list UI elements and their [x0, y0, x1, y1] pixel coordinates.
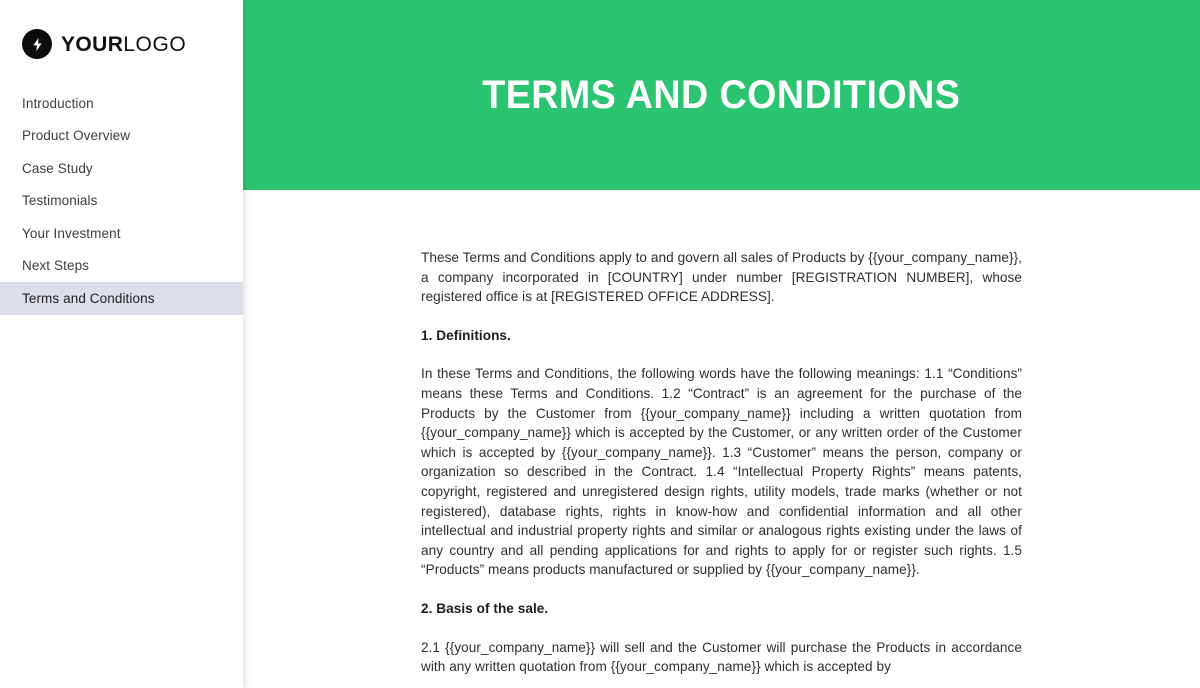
logo-text-bold: YOUR: [61, 32, 124, 56]
sidebar-item-terms-and-conditions[interactable]: Terms and Conditions: [0, 282, 243, 315]
section-1-heading: 1. Definitions.: [421, 327, 511, 343]
intro-paragraph: These Terms and Conditions apply to and …: [421, 250, 1022, 305]
hero-banner: TERMS AND CONDITIONS: [243, 0, 1200, 190]
sidebar-item-testimonials[interactable]: Testimonials: [0, 185, 243, 218]
sidebar-item-label: Introduction: [22, 95, 94, 111]
sidebar: YOURLOGO Introduction Product Overview C…: [0, 0, 243, 688]
logo[interactable]: YOURLOGO: [22, 27, 243, 61]
sidebar-item-label: Testimonials: [22, 193, 98, 209]
document-body: These Terms and Conditions apply to and …: [421, 190, 1022, 677]
sidebar-item-next-steps[interactable]: Next Steps: [0, 250, 243, 283]
sidebar-item-introduction[interactable]: Introduction: [0, 87, 243, 120]
sidebar-item-label: Product Overview: [22, 128, 131, 144]
logo-text-light: LOGO: [123, 32, 187, 56]
page-title: TERMS AND CONDITIONS: [482, 73, 961, 117]
lightning-bolt-icon: [22, 29, 52, 59]
section-2-body: 2.1 {{your_company_name}} will sell and …: [421, 639, 1022, 675]
sidebar-item-product-overview[interactable]: Product Overview: [0, 120, 243, 153]
section-1-body: In these Terms and Conditions, the follo…: [421, 366, 1022, 578]
sidebar-item-label: Next Steps: [22, 258, 90, 274]
sidebar-nav: Introduction Product Overview Case Study…: [0, 87, 243, 315]
sidebar-item-your-investment[interactable]: Your Investment: [0, 217, 243, 250]
content-area: TERMS AND CONDITIONS These Terms and Con…: [243, 0, 1200, 688]
sidebar-item-label: Case Study: [22, 160, 93, 176]
sidebar-item-label: Terms and Conditions: [22, 290, 155, 306]
section-2-heading: 2. Basis of the sale.: [421, 600, 549, 616]
page-root: YOURLOGO Introduction Product Overview C…: [0, 0, 1200, 688]
logo-text: YOURLOGO: [61, 34, 186, 55]
sidebar-item-label: Your Investment: [22, 225, 121, 241]
sidebar-item-case-study[interactable]: Case Study: [0, 152, 243, 185]
